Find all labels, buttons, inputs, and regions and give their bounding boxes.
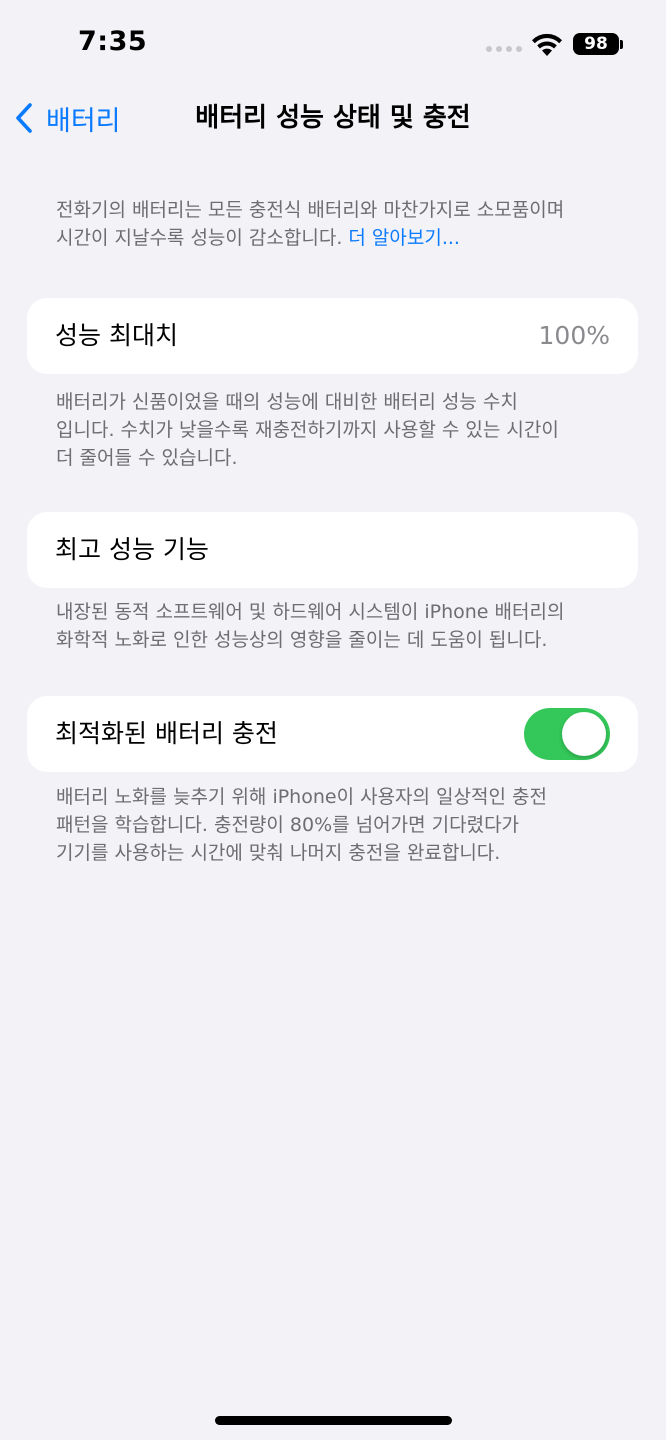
peak-performance-footnote: 내장된 동적 소프트웨어 및 하드웨어 시스템이 iPhone 배터리의 화학적… bbox=[56, 598, 626, 654]
footnote-line: 화학적 노화로 인한 성능상의 영향을 줄이는 데 도움이 됩니다. bbox=[56, 629, 548, 651]
wifi-icon bbox=[532, 33, 562, 56]
status-time: 7:35 bbox=[78, 26, 148, 57]
navigation-bar: 배터리 배터리 성능 상태 및 충전 bbox=[0, 90, 666, 146]
intro-line-1: 전화기의 배터리는 모든 충전식 배터리와 마찬가지로 소모품이며 bbox=[56, 199, 565, 221]
optimized-charging-footnote: 배터리 노화를 늦추기 위해 iPhone이 사용자의 일상적인 충전 패턴을 … bbox=[56, 783, 626, 867]
footnote-line: 배터리가 신품이었을 때의 성능에 대비한 배터리 성능 수치 bbox=[56, 391, 518, 413]
signal-icon bbox=[486, 46, 522, 52]
home-indicator[interactable] bbox=[215, 1416, 452, 1425]
footnote-line: 배터리 노화를 늦추기 위해 iPhone이 사용자의 일상적인 충전 bbox=[56, 786, 547, 808]
battery-level: 98 bbox=[584, 34, 608, 54]
intro-line-2: 시간이 지날수록 성능이 감소합니다. 더 알아보기... bbox=[56, 227, 460, 249]
maximum-capacity-footnote: 배터리가 신품이었을 때의 성능에 대비한 배터리 성능 수치 입니다. 수치가… bbox=[56, 388, 626, 472]
footnote-line: 입니다. 수치가 낮을수록 재충전하기까지 사용할 수 있는 시간이 bbox=[56, 419, 559, 441]
intro-text: 전화기의 배터리는 모든 충전식 배터리와 마찬가지로 소모품이며 시간이 지날… bbox=[56, 196, 626, 252]
footnote-line: 내장된 동적 소프트웨어 및 하드웨어 시스템이 iPhone 배터리의 bbox=[56, 601, 565, 623]
optimized-charging-toggle[interactable] bbox=[524, 708, 610, 760]
maximum-capacity-label: 성능 최대치 bbox=[55, 321, 178, 350]
optimized-charging-label: 최적화된 배터리 충전 bbox=[55, 719, 278, 748]
maximum-capacity-row: 성능 최대치 100% bbox=[27, 298, 638, 374]
status-bar: 7:35 98 bbox=[0, 0, 666, 90]
toggle-knob bbox=[562, 712, 606, 756]
battery-cap bbox=[620, 40, 623, 49]
optimized-charging-row: 최적화된 배터리 충전 bbox=[27, 696, 638, 772]
maximum-capacity-value: 100% bbox=[538, 321, 610, 350]
footnote-line: 기기를 사용하는 시간에 맞춰 나머지 충전을 완료합니다. bbox=[56, 842, 501, 864]
learn-more-link[interactable]: 더 알아보기... bbox=[348, 227, 460, 249]
footnote-line: 패턴을 학습합니다. 충전량이 80%를 넘어가면 기다렸다가 bbox=[56, 814, 520, 836]
peak-performance-row: 최고 성능 기능 bbox=[27, 512, 638, 588]
battery-icon: 98 bbox=[573, 33, 619, 55]
page-title: 배터리 성능 상태 및 충전 bbox=[195, 103, 471, 133]
peak-performance-label: 최고 성능 기능 bbox=[55, 535, 209, 564]
footnote-line: 더 줄어들 수 있습니다. bbox=[56, 447, 238, 469]
